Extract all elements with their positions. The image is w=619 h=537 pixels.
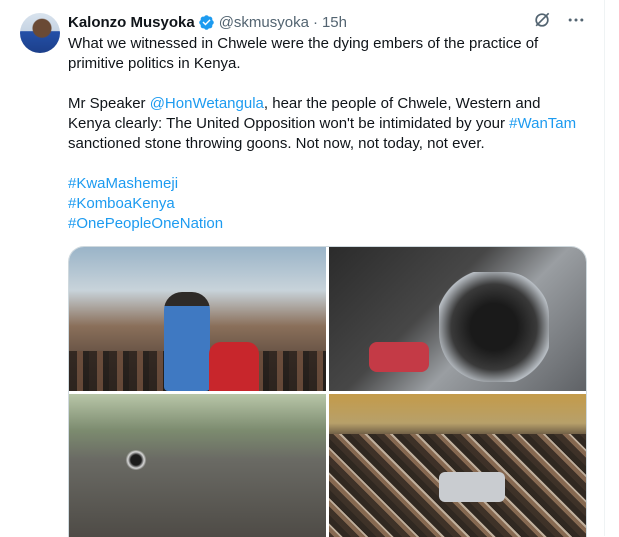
grok-icon[interactable] [532, 10, 552, 30]
hashtag-link[interactable]: #KwaMashemeji [68, 175, 178, 192]
tweet-card[interactable]: Kalonzo Musyoka @skmusyoka · 15h What we… [0, 0, 605, 537]
avatar[interactable] [20, 13, 60, 53]
timestamp[interactable]: 15h [322, 14, 347, 31]
tweet-text: What we witnessed in Chwele were the dyi… [68, 34, 584, 234]
photo-broken-window[interactable] [329, 247, 586, 391]
tweet-actions [532, 10, 586, 30]
author-name[interactable]: Kalonzo Musyoka [68, 14, 195, 31]
photo-windshield[interactable] [69, 394, 326, 537]
text-segment: Mr Speaker [68, 95, 150, 112]
mention-link[interactable]: @HonWetangula [150, 95, 264, 112]
media-grid [68, 246, 587, 537]
hashtag-link[interactable]: #OnePeopleOneNation [68, 215, 223, 232]
hashtag-line: #OnePeopleOneNation [68, 214, 584, 234]
more-icon[interactable] [566, 10, 586, 30]
hashtag-line: #KomboaKenya [68, 194, 584, 214]
tweet-paragraph-2: Mr Speaker @HonWetangula, hear the peopl… [68, 94, 584, 154]
text-segment: sanctioned stone throwing goons. Not now… [68, 135, 485, 152]
hashtag-link[interactable]: #KomboaKenya [68, 195, 175, 212]
verified-badge-icon [198, 14, 215, 31]
author-handle[interactable]: @skmusyoka [219, 14, 309, 31]
tweet-paragraph-1: What we witnessed in Chwele were the dyi… [68, 35, 539, 72]
separator-dot: · [312, 13, 318, 31]
hashtag-link[interactable]: #WanTam [509, 115, 576, 132]
photo-crowd[interactable] [329, 394, 586, 537]
hashtag-line: #KwaMashemeji [68, 174, 584, 194]
photo-rally[interactable] [69, 247, 326, 391]
tweet-header: Kalonzo Musyoka @skmusyoka · 15h [68, 12, 347, 32]
